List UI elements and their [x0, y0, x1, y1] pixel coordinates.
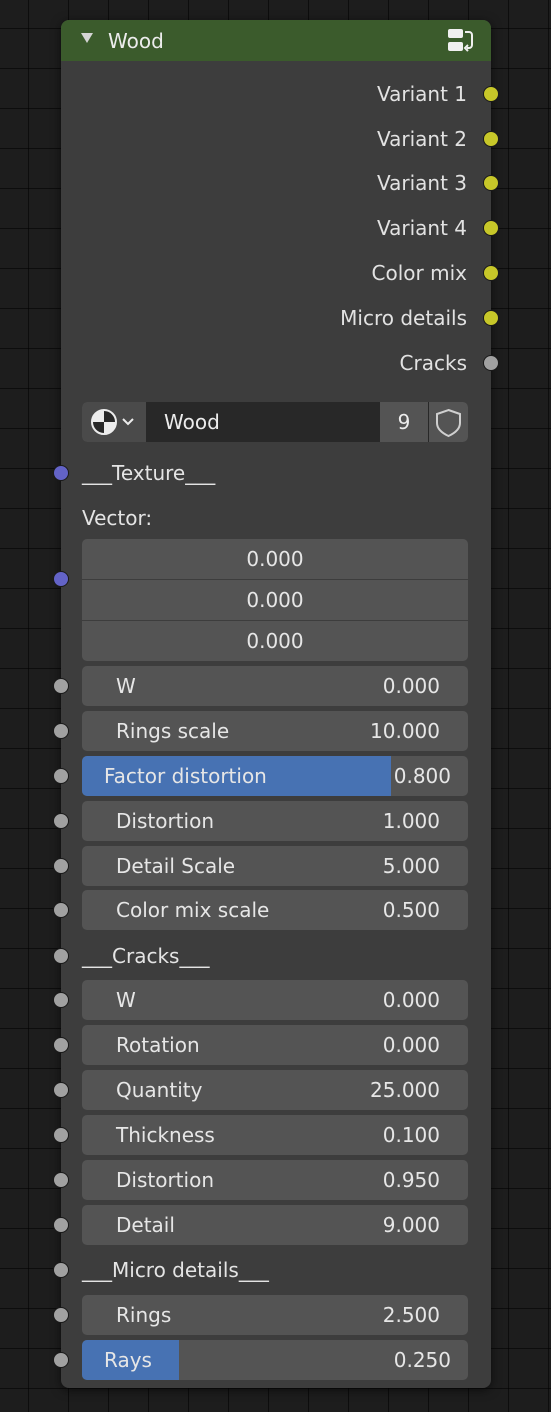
field-label: Rings	[116, 1303, 172, 1327]
cracks-section-label: ___Cracks___	[82, 944, 210, 968]
vector-label: Vector:	[82, 506, 153, 530]
field-label: Thickness	[116, 1123, 215, 1147]
micro-fields-rings-socket[interactable]	[53, 1307, 69, 1323]
texture-input-socket[interactable]	[53, 465, 69, 481]
field-label: Color mix scale	[116, 898, 270, 922]
field-value: 0.000	[382, 988, 440, 1012]
field-label: Detail	[116, 1213, 175, 1237]
field-label: Factor distortion	[104, 764, 267, 788]
output-label-color-mix: Color mix	[371, 261, 467, 285]
field-value: 0.100	[382, 1123, 440, 1147]
field-label: Detail Scale	[116, 854, 236, 878]
output-socket-variant-4[interactable]	[483, 220, 499, 236]
vector-y-field[interactable]: 0.000	[82, 580, 468, 620]
detail-scale-field[interactable]: Detail Scale 5.000	[82, 846, 468, 886]
field-value: 2.500	[382, 1303, 440, 1327]
color-mix-scale-field[interactable]: Color mix scale 0.500	[82, 890, 468, 930]
micro-details-input-socket[interactable]	[53, 1262, 69, 1278]
field-value: 0.250	[393, 1348, 451, 1372]
texture-section-label: ___Texture___	[82, 461, 216, 485]
output-label-cracks: Cracks	[399, 351, 467, 375]
cracks-fields-distortion-socket[interactable]	[53, 1172, 69, 1188]
detail-field[interactable]: Detail 9.000	[82, 1205, 468, 1245]
output-label-micro-details: Micro details	[340, 306, 467, 330]
rings-field[interactable]: Rings 2.500	[82, 1295, 468, 1335]
node-tree-icon	[91, 409, 134, 435]
shield-icon	[436, 408, 461, 438]
output-label-variant-2: Variant 2	[376, 127, 467, 151]
field-label: Quantity	[116, 1078, 203, 1102]
field-value: 0.950	[382, 1168, 440, 1192]
cracks-fields-w-socket[interactable]	[53, 992, 69, 1008]
node-header[interactable]: Wood	[61, 20, 491, 61]
output-label-variant-3: Variant 3	[376, 171, 467, 195]
collapse-triangle-icon[interactable]	[81, 33, 93, 43]
micro-fields-rays-socket[interactable]	[53, 1352, 69, 1368]
node-tree-type-dropdown[interactable]	[82, 402, 146, 442]
field-label: Distortion	[116, 1168, 214, 1192]
field-value: 5.000	[382, 854, 440, 878]
w-field[interactable]: W 0.000	[82, 666, 468, 706]
field-label: Rotation	[116, 1033, 200, 1057]
field-value: 9.000	[382, 1213, 440, 1237]
texture-fields-distortion-socket[interactable]	[53, 813, 69, 829]
output-socket-color-mix[interactable]	[483, 265, 499, 281]
field-label: W	[116, 674, 136, 698]
field-value: 0.000	[382, 674, 440, 698]
output-label-variant-1: Variant 1	[376, 82, 467, 106]
cracks-input-socket[interactable]	[53, 948, 69, 964]
user-count[interactable]: 9	[380, 402, 428, 442]
quantity-field[interactable]: Quantity 25.000	[82, 1070, 468, 1110]
node-group-name[interactable]: Wood	[164, 410, 220, 434]
field-value: 0.500	[382, 898, 440, 922]
texture-fields-detail-scale-socket[interactable]	[53, 858, 69, 874]
rays-field[interactable]: Rays 0.250	[82, 1340, 468, 1380]
cracks-fields-rotation-socket[interactable]	[53, 1037, 69, 1053]
fake-user-button[interactable]	[429, 402, 468, 442]
node-group-selector[interactable]: Wood 9	[82, 402, 468, 442]
factor-distortion-field[interactable]: Factor distortion 0.800	[82, 756, 468, 796]
texture-fields-factor-distortion-socket[interactable]	[53, 768, 69, 784]
output-socket-variant-2[interactable]	[483, 131, 499, 147]
vector-input-socket[interactable]	[53, 571, 69, 587]
w-field[interactable]: W 0.000	[82, 980, 468, 1020]
field-label: W	[116, 988, 136, 1012]
node-group-icon[interactable]	[445, 27, 475, 55]
field-value: 25.000	[370, 1078, 440, 1102]
field-label: Distortion	[116, 809, 214, 833]
output-label-variant-4: Variant 4	[376, 216, 467, 240]
field-value: 0.800	[393, 764, 451, 788]
cracks-fields-thickness-socket[interactable]	[53, 1127, 69, 1143]
rotation-field[interactable]: Rotation 0.000	[82, 1025, 468, 1065]
texture-fields-w-socket[interactable]	[53, 678, 69, 694]
micro-details-section-label: ___Micro details___	[82, 1258, 269, 1282]
vector-z-field[interactable]: 0.000	[82, 621, 468, 661]
field-label: Rays	[104, 1348, 152, 1372]
output-socket-variant-3[interactable]	[483, 175, 499, 191]
field-value: 1.000	[382, 809, 440, 833]
distortion-field[interactable]: Distortion 1.000	[82, 801, 468, 841]
output-socket-cracks[interactable]	[483, 355, 499, 371]
cracks-fields-quantity-socket[interactable]	[53, 1082, 69, 1098]
rings-scale-field[interactable]: Rings scale 10.000	[82, 711, 468, 751]
vector-field[interactable]: 0.000 0.000 0.000	[82, 539, 468, 661]
distortion-field[interactable]: Distortion 0.950	[82, 1160, 468, 1200]
texture-fields-color-mix-scale-socket[interactable]	[53, 902, 69, 918]
field-label: Rings scale	[116, 719, 230, 743]
field-value: 0.000	[382, 1033, 440, 1057]
node-title: Wood	[108, 29, 164, 53]
output-socket-variant-1[interactable]	[483, 86, 499, 102]
cracks-fields-detail-socket[interactable]	[53, 1217, 69, 1233]
texture-fields-rings-scale-socket[interactable]	[53, 723, 69, 739]
vector-x-field[interactable]: 0.000	[82, 539, 468, 579]
output-socket-micro-details[interactable]	[483, 310, 499, 326]
thickness-field[interactable]: Thickness 0.100	[82, 1115, 468, 1155]
wood-node[interactable]: Wood Variant 1 Variant 2 Variant 3 Variant …	[53, 20, 499, 1388]
field-value: 10.000	[370, 719, 440, 743]
